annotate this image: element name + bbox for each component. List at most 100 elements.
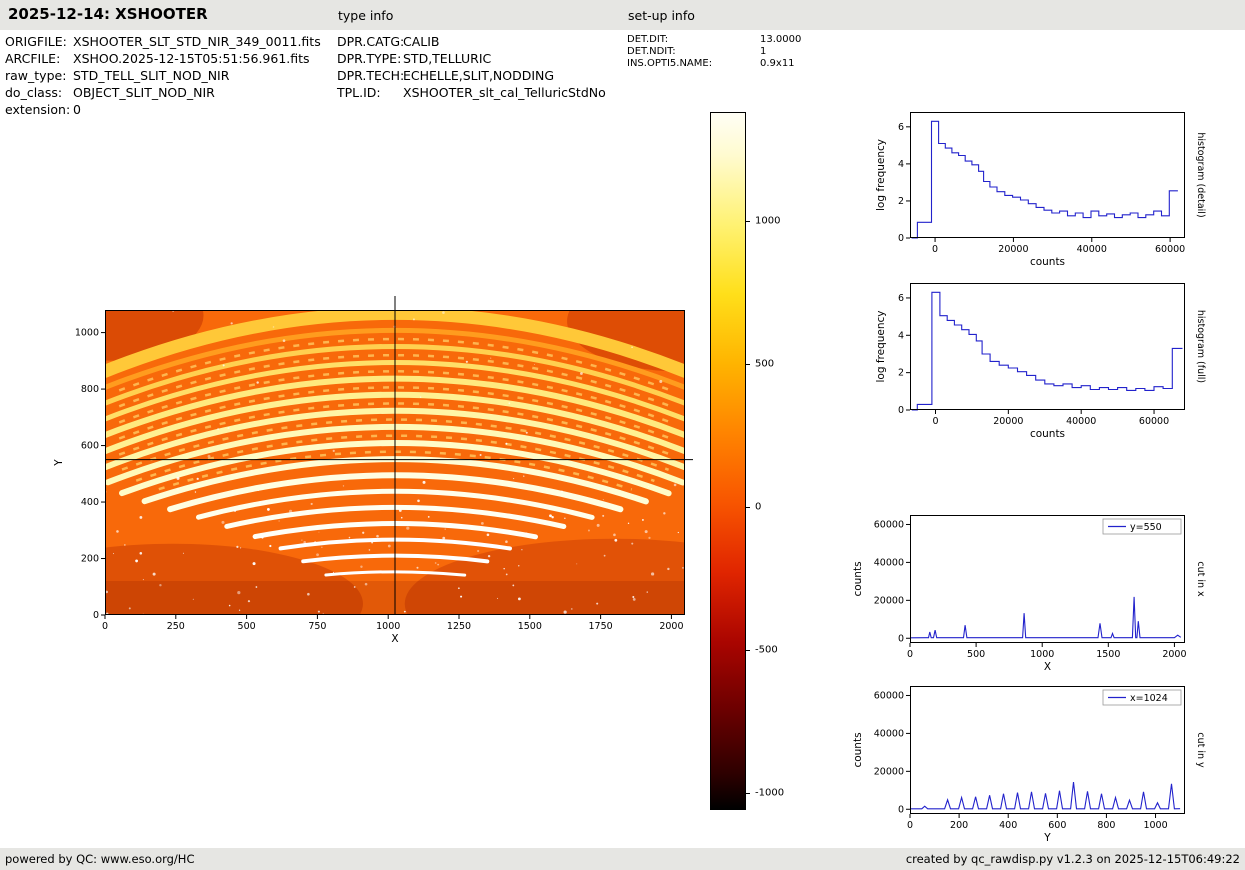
svg-text:40000: 40000 bbox=[874, 728, 904, 739]
colorbar-tick-mark bbox=[746, 506, 750, 508]
field-label: extension: bbox=[5, 102, 71, 117]
field-value: XSHOOTER_slt_cal_TelluricStdNo bbox=[403, 85, 606, 100]
meta-row: DPR.CATG: CALIB bbox=[337, 33, 606, 50]
svg-text:1000: 1000 bbox=[376, 621, 400, 632]
meta-row: INS.OPTI5.NAME: 0.9x11 bbox=[627, 58, 801, 70]
field-value: XSHOOTER_SLT_STD_NIR_349_0011.fits bbox=[73, 34, 321, 49]
svg-text:60000: 60000 bbox=[1139, 416, 1169, 427]
svg-text:600: 600 bbox=[1048, 820, 1066, 831]
svg-text:6: 6 bbox=[898, 122, 904, 133]
svg-text:log frequency: log frequency bbox=[875, 139, 887, 211]
page-title: 2025-12-14: XSHOOTER bbox=[8, 5, 208, 23]
colorbar-gradient bbox=[710, 112, 746, 810]
meta-row: DET.DIT: 13.0000 bbox=[627, 34, 801, 46]
svg-text:60000: 60000 bbox=[1155, 244, 1185, 255]
meta-row: ARCFILE: XSHOO.2025-12-15T05:51:56.961.f… bbox=[5, 50, 321, 67]
svg-text:200: 200 bbox=[950, 820, 968, 831]
meta-row: DPR.TYPE: STD,TELLURIC bbox=[337, 50, 606, 67]
colorbar-tick-label: 500 bbox=[755, 358, 775, 370]
field-value: 0.9x11 bbox=[760, 58, 795, 69]
svg-text:400: 400 bbox=[999, 820, 1017, 831]
svg-text:counts: counts bbox=[852, 561, 864, 596]
svg-text:500: 500 bbox=[238, 621, 256, 632]
meta-row: DET.NDIT: 1 bbox=[627, 46, 801, 58]
svg-text:log frequency: log frequency bbox=[875, 310, 887, 382]
svg-text:X: X bbox=[391, 633, 398, 645]
svg-text:0: 0 bbox=[907, 820, 913, 831]
field-label: DET.DIT: bbox=[627, 34, 669, 45]
footer-powered-by: powered by QC: www.eso.org/HC bbox=[5, 852, 195, 866]
svg-text:1000: 1000 bbox=[1143, 820, 1167, 831]
svg-text:200: 200 bbox=[81, 554, 99, 565]
svg-text:20000: 20000 bbox=[874, 595, 904, 606]
field-value: OBJECT_SLIT_NOD_NIR bbox=[73, 85, 215, 100]
svg-text:800: 800 bbox=[81, 384, 99, 395]
type-info-heading: type info bbox=[338, 8, 394, 23]
meta-row: do_class: OBJECT_SLIT_NOD_NIR bbox=[5, 84, 321, 101]
colorbar-tick-label: -500 bbox=[755, 644, 778, 656]
histogram-full-plot: 0 20000 40000 60000 0 2 4 6 counts log frequency h… bbox=[875, 283, 1206, 440]
svg-text:0: 0 bbox=[102, 621, 108, 632]
svg-text:60000: 60000 bbox=[874, 690, 904, 701]
svg-text:1500: 1500 bbox=[518, 621, 542, 632]
svg-text:cut in y: cut in y bbox=[1195, 732, 1206, 768]
meta-row: TPL.ID: XSHOOTER_slt_cal_TelluricStdNo bbox=[337, 84, 606, 101]
svg-text:40000: 40000 bbox=[1066, 416, 1096, 427]
svg-text:1500: 1500 bbox=[1096, 649, 1120, 660]
svg-text:750: 750 bbox=[308, 621, 326, 632]
type-info-block: DPR.CATG: CALIB DPR.TYPE: STD,TELLURIC D… bbox=[337, 33, 606, 101]
field-label: DET.NDIT: bbox=[627, 46, 676, 57]
field-label: do_class: bbox=[5, 85, 63, 100]
header-bar: 2025-12-14: XSHOOTER type info set-up in… bbox=[0, 0, 1245, 30]
colorbar-tick-label: 0 bbox=[755, 501, 762, 513]
svg-text:2000: 2000 bbox=[1162, 649, 1186, 660]
meta-row: ORIGFILE: XSHOOTER_SLT_STD_NIR_349_0011.… bbox=[5, 33, 321, 50]
svg-text:250: 250 bbox=[167, 621, 185, 632]
field-label: ARCFILE: bbox=[5, 51, 61, 66]
colorbar-tick-label: 1000 bbox=[755, 215, 781, 227]
field-label: INS.OPTI5.NAME: bbox=[627, 58, 713, 69]
colorbar: 1000 500 0 -500 -1000 bbox=[710, 112, 784, 810]
field-label: DPR.TECH: bbox=[337, 68, 405, 83]
footer-created-by: created by qc_rawdisp.py v1.2.3 on 2025-… bbox=[905, 852, 1240, 866]
svg-text:1000: 1000 bbox=[75, 328, 99, 339]
svg-text:400: 400 bbox=[81, 497, 99, 508]
histogram-detail-plot: 0 20000 40000 60000 0 2 4 6 counts log frequency h… bbox=[875, 112, 1206, 268]
footer-bar: powered by QC: www.eso.org/HC created by… bbox=[0, 848, 1245, 870]
svg-text:0: 0 bbox=[898, 405, 904, 416]
field-value: STD_TELL_SLIT_NOD_NIR bbox=[73, 68, 230, 83]
svg-text:histogram (full): histogram (full) bbox=[1195, 310, 1206, 383]
field-value: 0 bbox=[73, 102, 81, 117]
file-info-block: ORIGFILE: XSHOOTER_SLT_STD_NIR_349_0011.… bbox=[5, 33, 321, 118]
svg-text:histogram (detail): histogram (detail) bbox=[1195, 132, 1206, 217]
svg-text:60000: 60000 bbox=[874, 519, 904, 530]
svg-text:2000: 2000 bbox=[659, 621, 683, 632]
qc-report-page: { "header": { "title": "2025-12-14: XSHO… bbox=[0, 0, 1245, 870]
svg-text:counts: counts bbox=[852, 732, 864, 767]
field-value: XSHOO.2025-12-15T05:51:56.961.fits bbox=[73, 51, 310, 66]
field-label: DPR.TYPE: bbox=[337, 51, 402, 66]
svg-text:4: 4 bbox=[898, 330, 904, 341]
colorbar-tick-mark bbox=[746, 220, 750, 222]
colorbar-tick-mark bbox=[746, 363, 750, 365]
svg-text:Y: Y bbox=[1043, 832, 1051, 844]
svg-text:0: 0 bbox=[932, 416, 938, 427]
svg-text:0: 0 bbox=[93, 610, 99, 621]
svg-text:0: 0 bbox=[898, 233, 904, 244]
svg-text:y=550: y=550 bbox=[1130, 522, 1162, 533]
svg-text:0: 0 bbox=[898, 804, 904, 815]
meta-row: extension: 0 bbox=[5, 101, 321, 118]
field-label: TPL.ID: bbox=[337, 85, 381, 100]
svg-text:20000: 20000 bbox=[993, 416, 1023, 427]
svg-text:0: 0 bbox=[907, 649, 913, 660]
cut-in-x-plot: 0 500 1000 1500 2000 0 20000 40000 60000 Xcounts c… bbox=[852, 515, 1206, 673]
svg-text:2: 2 bbox=[898, 196, 904, 207]
svg-text:Y: Y bbox=[53, 459, 65, 467]
svg-text:cut in x: cut in x bbox=[1195, 561, 1206, 597]
field-value: CALIB bbox=[403, 34, 440, 49]
raw-frame-plot: 0 250 500 750 1000 1250 1500 1750 2000 0 200 400 600… bbox=[53, 296, 693, 645]
svg-text:0: 0 bbox=[932, 244, 938, 255]
svg-text:1750: 1750 bbox=[589, 621, 613, 632]
field-value: 13.0000 bbox=[760, 34, 802, 45]
setup-info-block: DET.DIT: 13.0000 DET.NDIT: 1 INS.OPTI5.N… bbox=[627, 34, 801, 70]
